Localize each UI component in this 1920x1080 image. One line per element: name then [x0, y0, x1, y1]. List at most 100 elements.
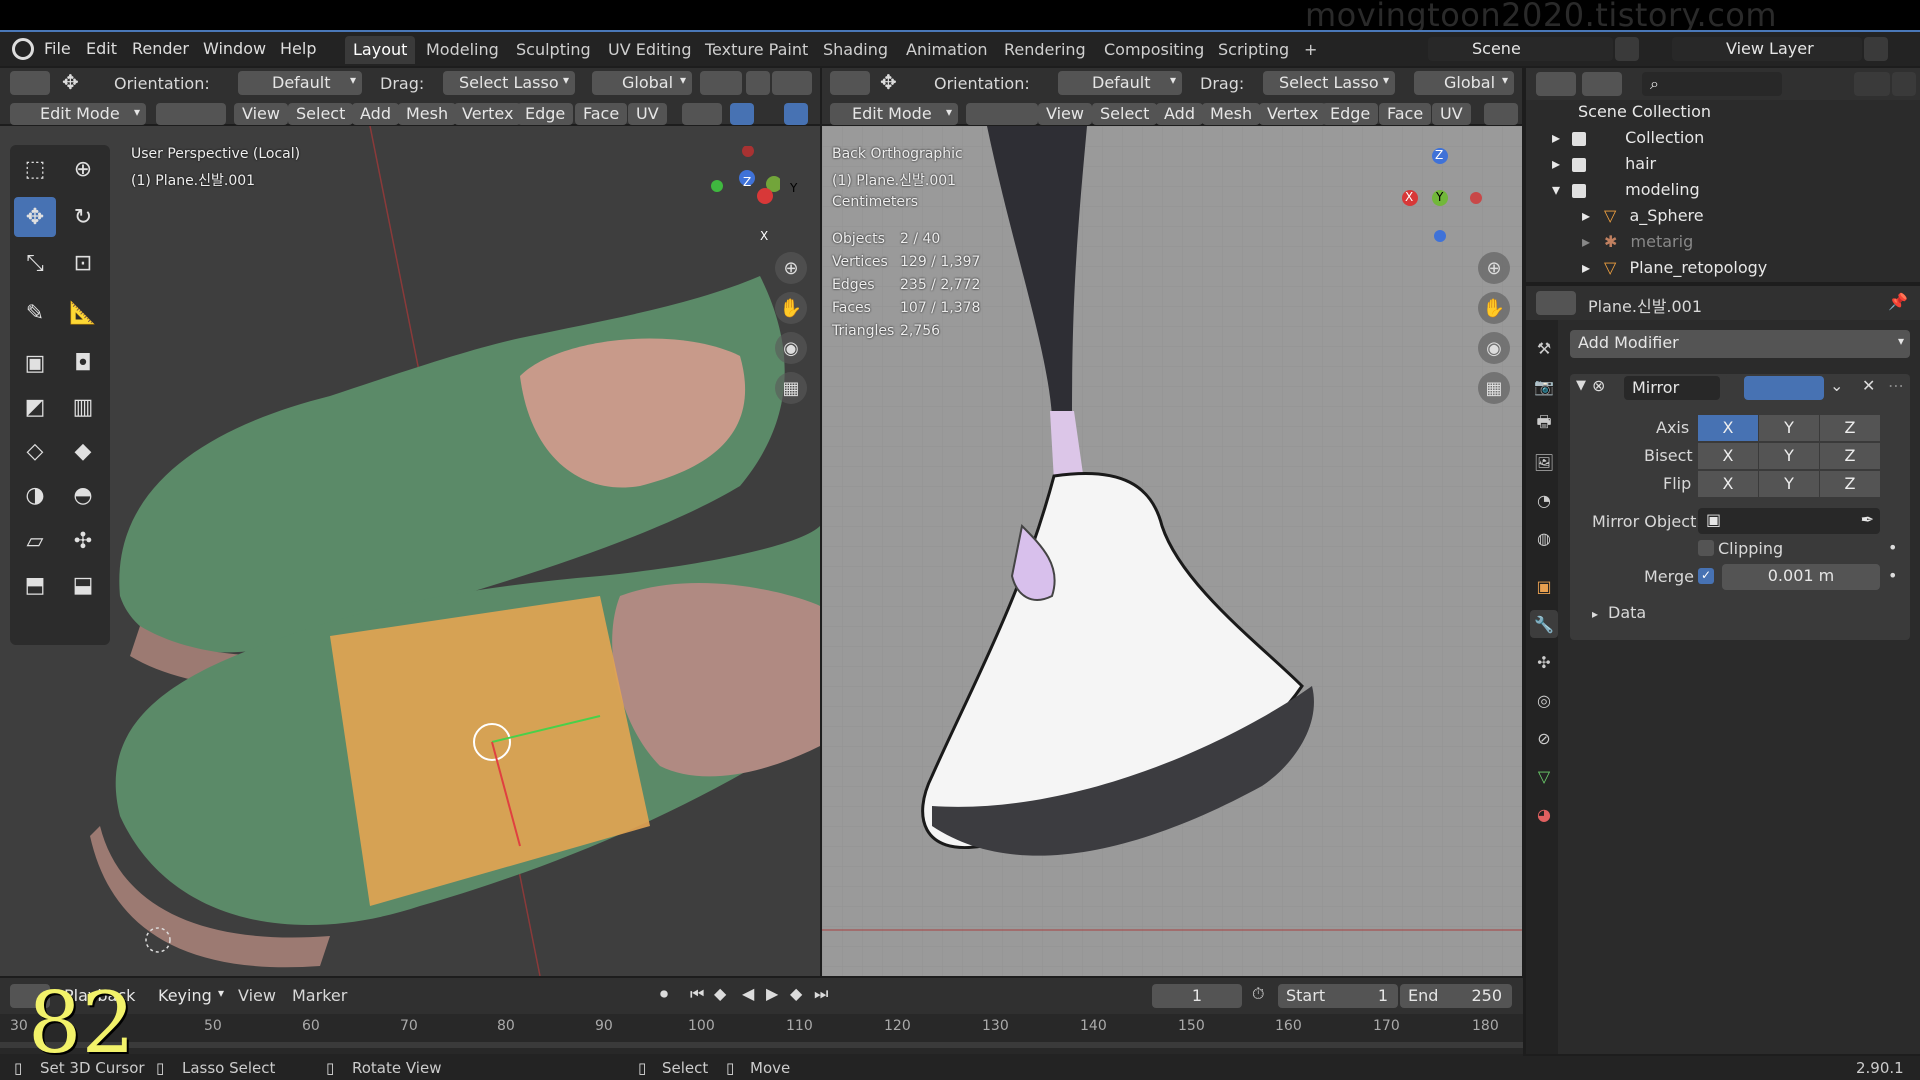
transform-tool-icon[interactable]: ⊡: [62, 243, 104, 283]
end-frame-field[interactable]: End 250: [1400, 984, 1512, 1008]
zoom-icon-2[interactable]: ⊕: [1478, 252, 1510, 284]
menu-vertex[interactable]: Vertex: [454, 103, 522, 125]
camera-icon[interactable]: ◉: [775, 332, 807, 364]
visibility-icon-2[interactable]: [1484, 103, 1518, 125]
axis-y-toggle[interactable]: Y: [1759, 415, 1819, 441]
move-tool-icon[interactable]: ✥: [14, 197, 56, 237]
scale-tool-icon[interactable]: ⤡: [14, 243, 56, 283]
menu-window[interactable]: Window: [203, 39, 266, 58]
outliner-row-modeling[interactable]: ▾ modeling: [1546, 180, 1916, 206]
menu-select[interactable]: Select: [288, 103, 354, 125]
add-modifier-dropdown[interactable]: Add Modifier ▾: [1570, 330, 1910, 358]
right-3d-viewport[interactable]: Back Orthographic (1) Plane.신발.001 Centi…: [822, 126, 1522, 976]
menu-help[interactable]: Help: [280, 39, 316, 58]
visibility-icon[interactable]: [682, 103, 722, 125]
menu-vertex-2[interactable]: Vertex: [1259, 103, 1327, 125]
clipping-checkbox[interactable]: [1698, 540, 1714, 556]
modifier-wrench-icon[interactable]: 🔧: [1530, 610, 1558, 638]
display-toggles-icon[interactable]: [1744, 376, 1824, 400]
tab-texture-paint[interactable]: Texture Paint: [697, 36, 816, 64]
rip-tool-icon[interactable]: ⬓: [62, 565, 104, 605]
mode-dropdown-2[interactable]: Edit Mode ▾: [830, 103, 958, 125]
transform-orientation-dropdown-2[interactable]: Global ▾: [1414, 71, 1514, 95]
select-mode-icons[interactable]: [156, 103, 226, 125]
rotate-tool-icon[interactable]: ↻: [62, 197, 104, 237]
eyedropper-icon[interactable]: ✒: [1861, 510, 1874, 529]
tool-tab-icon[interactable]: ⚒: [1530, 334, 1558, 362]
measure-tool-icon[interactable]: 📐: [62, 293, 104, 333]
axis-x-toggle[interactable]: X: [1698, 415, 1758, 441]
flip-z-toggle[interactable]: Z: [1820, 471, 1880, 497]
grid-icon-2[interactable]: ▦: [1478, 372, 1510, 404]
output-tab-icon[interactable]: 🖶: [1530, 410, 1558, 438]
menu-add[interactable]: Add: [352, 103, 399, 125]
knife-tool-icon[interactable]: ◇: [14, 431, 56, 471]
record-icon[interactable]: ⏺: [660, 984, 668, 1004]
tab-uv-editing[interactable]: UV Editing: [600, 36, 699, 64]
axis-z-toggle[interactable]: Z: [1820, 415, 1880, 441]
modifier-name-field[interactable]: Mirror: [1624, 376, 1720, 400]
scene-tab-icon[interactable]: ◔: [1530, 486, 1558, 514]
scene-selector[interactable]: Scene: [1428, 37, 1613, 61]
tab-animation[interactable]: Animation: [898, 36, 996, 64]
hair-checkbox[interactable]: [1572, 157, 1587, 172]
flip-x-toggle[interactable]: X: [1698, 471, 1758, 497]
outliner-editor-type-icon[interactable]: [1536, 72, 1576, 96]
render-tab-icon[interactable]: 📷: [1530, 372, 1558, 400]
data-expand-icon[interactable]: ▸: [1592, 607, 1598, 621]
play-reverse-icon[interactable]: ◀: [742, 984, 754, 1003]
menu-uv-2[interactable]: UV: [1432, 103, 1471, 125]
menu-edge-2[interactable]: Edge: [1322, 103, 1379, 125]
extrude-tool-icon[interactable]: ▣: [14, 343, 56, 383]
edit-mode-cage-icon[interactable]: [1724, 376, 1744, 400]
orientation-dropdown-2[interactable]: Default ▾: [1058, 71, 1182, 95]
prev-keyframe-icon[interactable]: ◆: [714, 984, 726, 1003]
menu-edit[interactable]: Edit: [86, 39, 117, 58]
left-3d-viewport[interactable]: User Perspective (Local) (1) Plane.신발.00…: [0, 126, 820, 976]
mode-dropdown[interactable]: Edit Mode ▾: [10, 103, 146, 125]
editor-type-icon[interactable]: [10, 71, 50, 95]
smooth-tool-icon[interactable]: ◓: [62, 475, 104, 515]
collection-checkbox[interactable]: [1572, 131, 1587, 146]
navigation-gizmo-2[interactable]: [1402, 146, 1502, 256]
blender-logo-icon[interactable]: [12, 38, 34, 60]
view-layer-selector[interactable]: View Layer: [1672, 37, 1862, 61]
play-icon[interactable]: ▶: [766, 984, 778, 1003]
outliner-row-a-sphere[interactable]: ▸ ▽ a_Sphere: [1576, 206, 1916, 232]
outliner-row-collection[interactable]: ▸ Collection: [1546, 128, 1916, 154]
select-mode-icons-2[interactable]: [966, 103, 1038, 125]
spin-tool-icon[interactable]: ◑: [14, 475, 56, 515]
timeline-scrollbar[interactable]: [0, 1042, 1523, 1048]
tab-rendering[interactable]: Rendering: [996, 36, 1094, 64]
mirror-object-field[interactable]: ▣ ✒: [1698, 508, 1880, 534]
menu-select-2[interactable]: Select: [1092, 103, 1158, 125]
modifier-options-chevron-icon[interactable]: ⌄: [1830, 376, 1843, 395]
new-collection-icon[interactable]: [1892, 72, 1916, 96]
bisect-y-toggle[interactable]: Y: [1759, 443, 1819, 469]
tab-modeling[interactable]: Modeling: [418, 36, 507, 64]
data-subpanel-label[interactable]: Data: [1608, 603, 1646, 622]
world-tab-icon[interactable]: ◍: [1530, 524, 1558, 552]
physics-tab-icon[interactable]: ◎: [1530, 686, 1558, 714]
bisect-x-toggle[interactable]: X: [1698, 443, 1758, 469]
menu-face[interactable]: Face: [575, 103, 628, 125]
grid-perspective-icon[interactable]: ▦: [775, 372, 807, 404]
merge-distance-field[interactable]: 0.001 m: [1722, 564, 1880, 590]
menu-uv[interactable]: UV: [628, 103, 667, 125]
keying-dropdown[interactable]: Keying ▾: [150, 984, 230, 1008]
loop-cut-tool-icon[interactable]: ▥: [62, 387, 104, 427]
outliner-row-plane-retopology[interactable]: ▸ ▽ Plane_retopology: [1576, 258, 1916, 284]
collapse-arrow-icon[interactable]: ▼: [1576, 378, 1586, 393]
orientation-dropdown[interactable]: Default ▾: [238, 71, 362, 95]
timeline-view-menu[interactable]: View: [238, 986, 276, 1005]
pivot-icon[interactable]: [700, 71, 742, 95]
outliner-scene-collection[interactable]: Scene Collection: [1552, 102, 1711, 128]
jump-end-icon[interactable]: ⏭: [814, 984, 828, 1004]
overlay-toggle-icon[interactable]: [784, 103, 808, 125]
editor-type-icon-2[interactable]: [830, 71, 870, 95]
outliner-row-hair[interactable]: ▸ hair: [1546, 154, 1916, 180]
object-tab-icon[interactable]: ▣: [1530, 572, 1558, 600]
menu-view-2[interactable]: View: [1038, 103, 1092, 125]
edge-slide-tool-icon[interactable]: ▱: [14, 521, 56, 561]
properties-editor-type-icon[interactable]: [1536, 291, 1576, 315]
